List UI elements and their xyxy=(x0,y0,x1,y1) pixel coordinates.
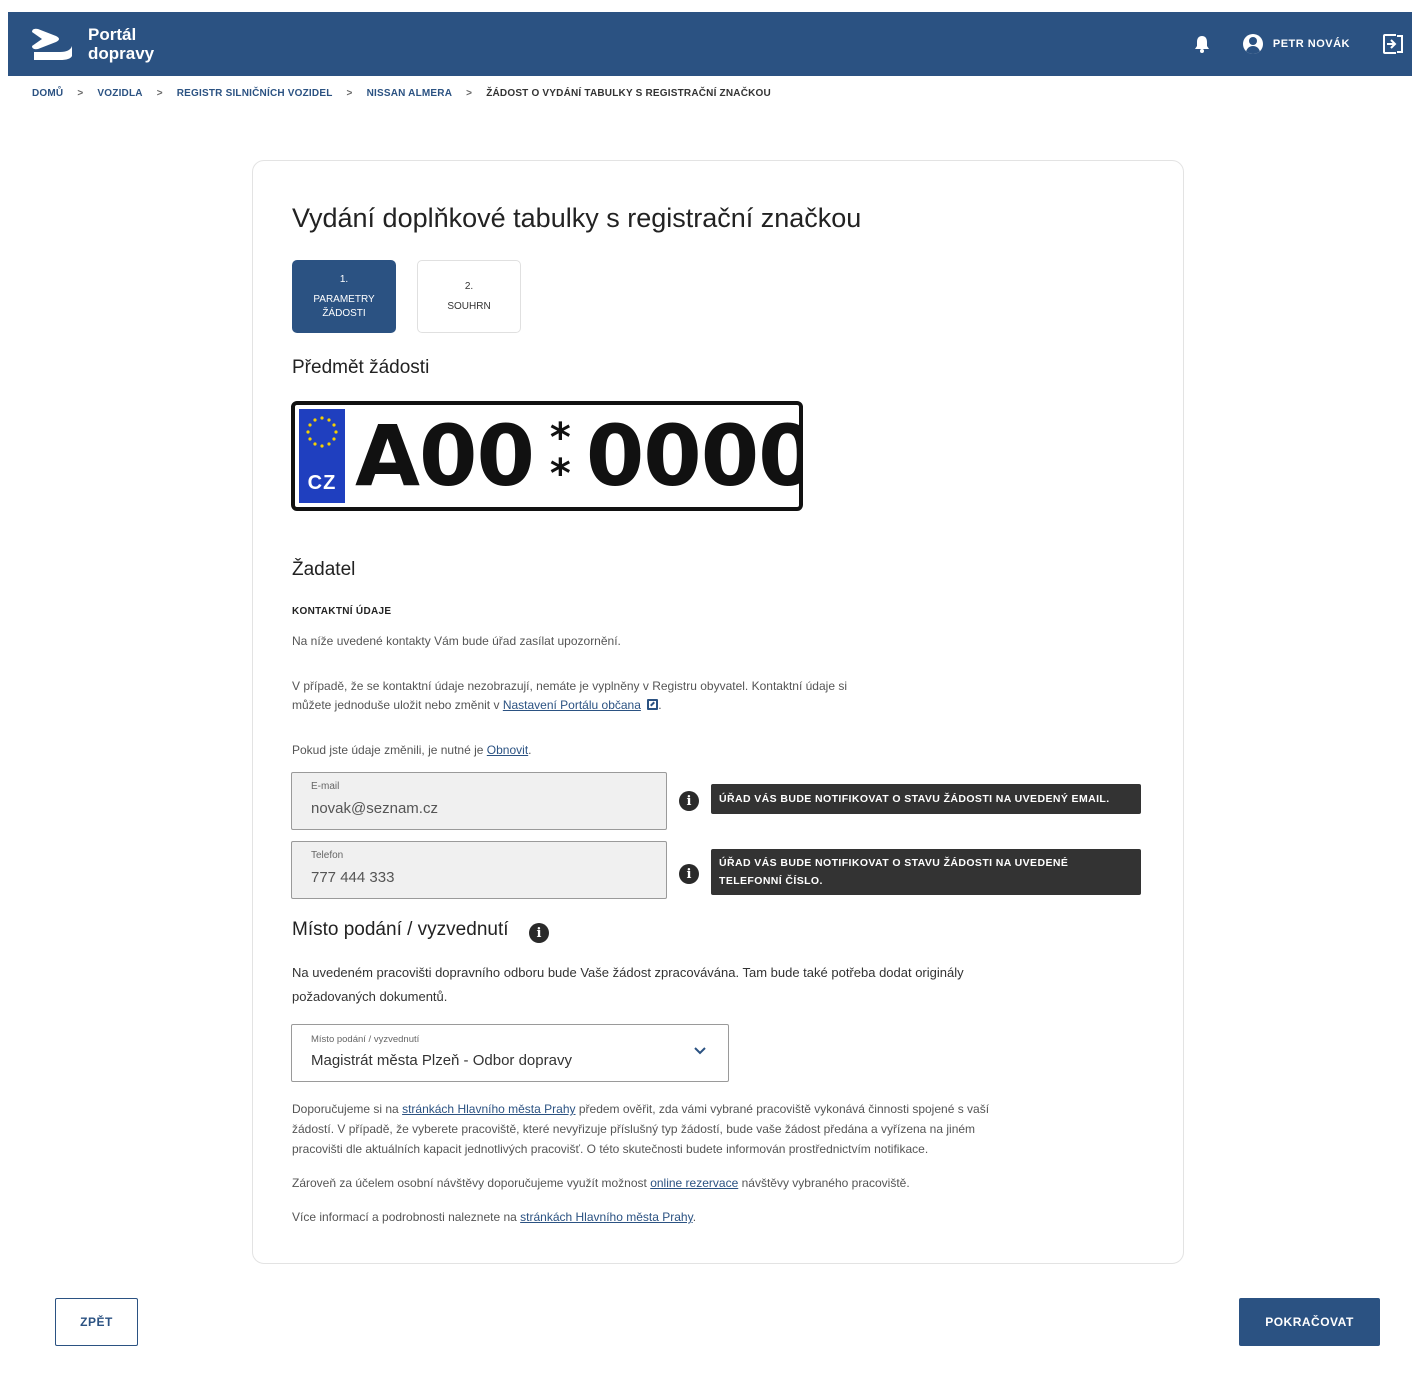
note-line: Doporučujeme si na stránkách Hlavního mě… xyxy=(292,1099,1152,1119)
note-text: Zároveň za účelem osobní návštěvy doporu… xyxy=(292,1176,647,1190)
breadcrumb-vehicles[interactable]: VOZIDLA xyxy=(97,88,142,99)
note-text: Doporučujeme si na xyxy=(292,1102,399,1116)
place-select[interactable]: Místo podání / vyzvednutí Magistrát měst… xyxy=(291,1024,729,1082)
logo-line-2: dopravy xyxy=(88,44,155,63)
place-lead-line-2: požadovaných dokumentů. xyxy=(292,989,448,1004)
place-lead: Na uvedeném pracovišti dopravního odboru… xyxy=(292,961,1132,1009)
user-menu[interactable]: PETR NOVÁK xyxy=(1242,34,1350,54)
breadcrumb-separator: > xyxy=(466,88,473,99)
info-icon[interactable]: i xyxy=(679,864,699,884)
phone-field[interactable]: Telefon 777 444 333 xyxy=(291,841,667,899)
user-name: PETR NOVÁK xyxy=(1272,38,1350,50)
request-form-card: Vydání doplňkové tabulky s registrační z… xyxy=(252,160,1184,1264)
contact-intro: Na níže uvedené kontakty Vám bude úřad z… xyxy=(292,634,621,648)
note-text: . xyxy=(692,1210,697,1224)
step-parameters[interactable]: 1. PARAMETRY ŽÁDOSTI xyxy=(292,260,396,333)
info-icon[interactable]: i xyxy=(679,791,699,811)
applicant-heading: Žadatel xyxy=(292,559,356,580)
phone-value: 777 444 333 xyxy=(311,869,395,886)
place-heading-text: Místo podání / vyzvednutí xyxy=(292,919,509,940)
plate-star-bottom: * xyxy=(549,451,571,497)
breadcrumb: DOMŮ > VOZIDLA > REGISTR SILNIČNÍCH VOZI… xyxy=(32,88,771,99)
phone-tooltip-line-1: ÚŘAD VÁS BUDE NOTIFIKOVAT O STAVU ŽÁDOST… xyxy=(719,857,1069,869)
place-note-2: Zároveň za účelem osobní návštěvy doporu… xyxy=(292,1173,1152,1193)
logout-icon[interactable] xyxy=(1382,33,1406,55)
contact-caption: KONTAKTNÍ ÚDAJE xyxy=(292,606,392,617)
breadcrumb-current: ŽÁDOST O VYDÁNÍ TABULKY S REGISTRAČNÍ ZN… xyxy=(486,88,771,99)
page-frame: Portál dopravy PETR NOVÁK DOMŮ > VOZIDLA… xyxy=(8,12,1412,1380)
plate-country-code: CZ xyxy=(307,472,337,494)
refresh-link[interactable]: Obnovit xyxy=(487,743,528,757)
phone-label: Telefon xyxy=(311,850,344,861)
prague-pages-link[interactable]: stránkách Hlavního města Prahy xyxy=(402,1102,575,1116)
email-label: E-mail xyxy=(311,781,340,792)
continue-button[interactable]: POKRAČOVAT xyxy=(1239,1298,1380,1346)
phone-tooltip: ÚŘAD VÁS BUDE NOTIFIKOVAT O STAVU ŽÁDOST… xyxy=(711,849,1141,895)
back-button[interactable]: ZPĚT xyxy=(55,1298,138,1346)
license-plate: CZ A00 * * 0000 xyxy=(291,401,803,511)
eu-stars-icon xyxy=(306,416,338,448)
plate-right: 0000 xyxy=(585,407,803,505)
logo-line-1: Portál xyxy=(88,25,137,44)
breadcrumb-separator: > xyxy=(156,88,163,99)
step-summary[interactable]: 2. SOUHRN xyxy=(417,260,521,333)
contact-info-line-2: můžete jednoduše uložit nebo změnit v Na… xyxy=(292,698,662,712)
plate-separator: * * xyxy=(549,411,571,501)
eu-band: CZ xyxy=(299,409,345,503)
email-tooltip: ÚŘAD VÁS BUDE NOTIFIKOVAT O STAVU ŽÁDOST… xyxy=(711,784,1141,814)
user-icon xyxy=(1242,34,1263,54)
place-lead-line-1: Na uvedeném pracovišti dopravního odboru… xyxy=(292,965,964,980)
plate-characters: A00 * * 0000 xyxy=(355,405,803,507)
step-number: 1. xyxy=(339,273,349,285)
step-label: SOUHRN xyxy=(447,300,491,312)
step-number: 2. xyxy=(464,280,474,292)
breadcrumb-home[interactable]: DOMŮ xyxy=(32,88,63,99)
external-link-icon[interactable] xyxy=(647,699,659,710)
step-label: ŽÁDOSTI xyxy=(322,307,366,319)
settings-link[interactable]: Nastavení Portálu občana xyxy=(503,698,641,712)
info-icon[interactable]: i xyxy=(529,923,549,943)
note-line: žádostí. V případě, že vyberete pracoviš… xyxy=(292,1122,976,1136)
breadcrumb-separator: > xyxy=(346,88,353,99)
note-text: předem ověřit, zda vámi vybrané pracoviš… xyxy=(578,1102,990,1116)
note-text: návštěvy vybraného pracoviště. xyxy=(741,1176,910,1190)
place-note-3: Více informací a podrobnosti naleznete n… xyxy=(292,1207,1152,1227)
note-text: Více informací a podrobnosti naleznete n… xyxy=(292,1210,517,1224)
contact-info: V případě, že se kontaktní údaje nezobra… xyxy=(292,677,847,715)
refresh-info: Pokud jste údaje změnili, je nutné je Ob… xyxy=(292,743,532,757)
breadcrumb-register[interactable]: REGISTR SILNIČNÍCH VOZIDEL xyxy=(177,88,333,99)
portal-logo-text[interactable]: Portál dopravy xyxy=(88,25,154,63)
place-select-label: Místo podání / vyzvednutí xyxy=(311,1034,420,1045)
email-field[interactable]: E-mail novak@seznam.cz xyxy=(291,772,667,830)
page-title: Vydání doplňkové tabulky s registrační z… xyxy=(292,203,862,233)
bell-icon[interactable] xyxy=(1191,33,1213,55)
subject-heading: Předmět žádosti xyxy=(292,357,430,378)
top-bar: Portál dopravy PETR NOVÁK xyxy=(8,12,1412,76)
breadcrumb-vehicle[interactable]: NISSAN ALMERA xyxy=(367,88,453,99)
plate-left: A00 xyxy=(355,407,535,505)
place-note-1: Doporučujeme si na stránkách Hlavního mě… xyxy=(292,1099,1152,1159)
place-heading: Místo podání / vyzvednutí xyxy=(292,919,509,941)
contact-info-line-1: V případě, že se kontaktní údaje nezobra… xyxy=(292,679,847,693)
prague-pages-link[interactable]: stránkách Hlavního města Prahy xyxy=(520,1210,693,1224)
place-select-value: Magistrát města Plzeň - Odbor dopravy xyxy=(311,1052,572,1069)
contact-info-text: můžete jednoduše uložit nebo změnit v xyxy=(292,698,500,712)
refresh-text: Pokud jste údaje změnili, je nutné je xyxy=(292,743,484,757)
note-line: pracovišti dle aktuálních kapacit jednot… xyxy=(292,1142,929,1156)
portal-logo-icon[interactable] xyxy=(30,26,76,62)
chevron-down-icon xyxy=(694,1047,706,1055)
email-value: novak@seznam.cz xyxy=(311,800,438,817)
step-label: PARAMETRY xyxy=(313,293,375,305)
online-reservation-link[interactable]: online rezervace xyxy=(650,1176,738,1190)
phone-tooltip-line-2: TELEFONNÍ ČÍSLO. xyxy=(719,875,823,887)
breadcrumb-separator: > xyxy=(77,88,84,99)
header-actions: PETR NOVÁK xyxy=(1191,12,1412,76)
